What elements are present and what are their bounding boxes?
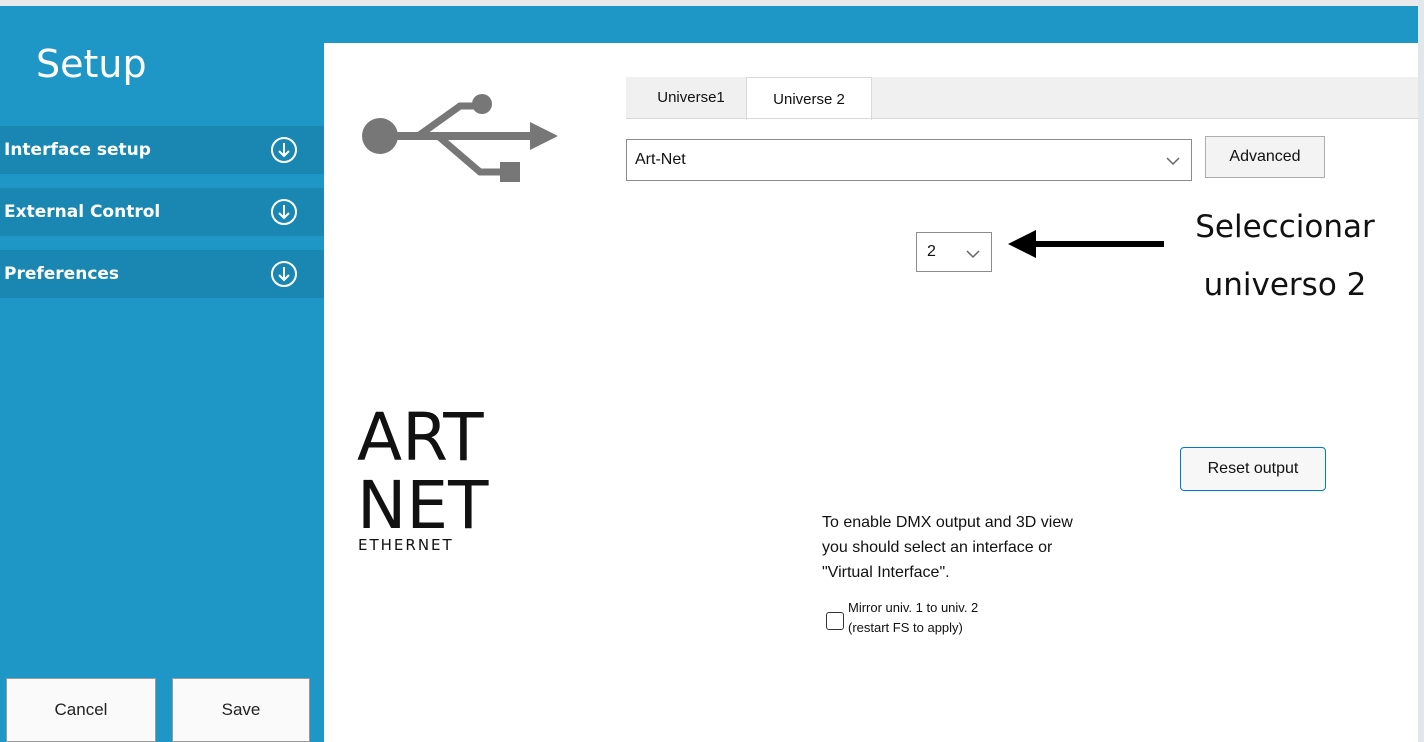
annotation-line: Seleccionar — [1195, 209, 1375, 245]
tab-universe-2[interactable]: Universe 2 — [746, 77, 872, 120]
info-line: To enable DMX output and 3D view — [822, 514, 1073, 531]
info-line: "Virtual Interface". — [822, 564, 950, 581]
logo-text: ART — [357, 399, 484, 476]
universe-select-value: 2 — [927, 243, 936, 260]
save-button[interactable]: Save — [172, 678, 310, 742]
universe-select[interactable]: 2 — [916, 232, 992, 272]
interface-select[interactable]: Art-Net — [626, 139, 1192, 181]
artnet-logo: ART NET ETHERNET — [357, 399, 489, 554]
window-frame-right — [1418, 0, 1424, 742]
logo-text: ETHERNET — [358, 536, 454, 554]
sidebar-item-preferences[interactable]: Preferences — [0, 250, 324, 298]
tab-divider — [626, 118, 1418, 119]
mirror-label-line: (restart FS to apply) — [848, 620, 963, 635]
arrow-circle-down-icon — [271, 261, 297, 287]
usb-icon — [362, 94, 558, 182]
cancel-button[interactable]: Cancel — [6, 678, 156, 742]
mirror-checkbox[interactable] — [826, 612, 844, 630]
sidebar-title: Setup — [36, 42, 147, 86]
sidebar-item-external-control[interactable]: External Control — [0, 188, 324, 236]
chevron-down-icon — [1166, 157, 1180, 166]
logo-text: NET — [357, 467, 489, 544]
arrow-circle-down-icon — [271, 137, 297, 163]
mirror-label: Mirror univ. 1 to univ. 2 (restart FS to… — [848, 598, 1048, 638]
annotation-text: Seleccionar universo 2 — [1180, 198, 1390, 314]
advanced-button[interactable]: Advanced — [1205, 136, 1325, 178]
mirror-label-line: Mirror univ. 1 to univ. 2 — [848, 600, 979, 615]
info-text: To enable DMX output and 3D view you sho… — [822, 510, 1162, 585]
sidebar: Setup Interface setup External Control P… — [0, 6, 324, 742]
info-line: you should select an interface or — [822, 539, 1053, 556]
arrow-circle-down-icon — [271, 199, 297, 225]
tab-universe1[interactable]: Universe1 — [636, 77, 746, 118]
interface-select-value: Art-Net — [635, 151, 686, 168]
annotation-line: universo 2 — [1203, 267, 1367, 303]
sidebar-item-label: Preferences — [4, 264, 120, 284]
sidebar-item-label: External Control — [4, 202, 161, 222]
sidebar-item-interface-setup[interactable]: Interface setup — [0, 126, 324, 174]
reset-output-button[interactable]: Reset output — [1180, 447, 1326, 491]
chevron-down-icon — [966, 250, 980, 259]
top-bar — [324, 6, 1418, 43]
sidebar-item-label: Interface setup — [4, 140, 151, 160]
arrow-left-icon — [1008, 230, 1164, 258]
